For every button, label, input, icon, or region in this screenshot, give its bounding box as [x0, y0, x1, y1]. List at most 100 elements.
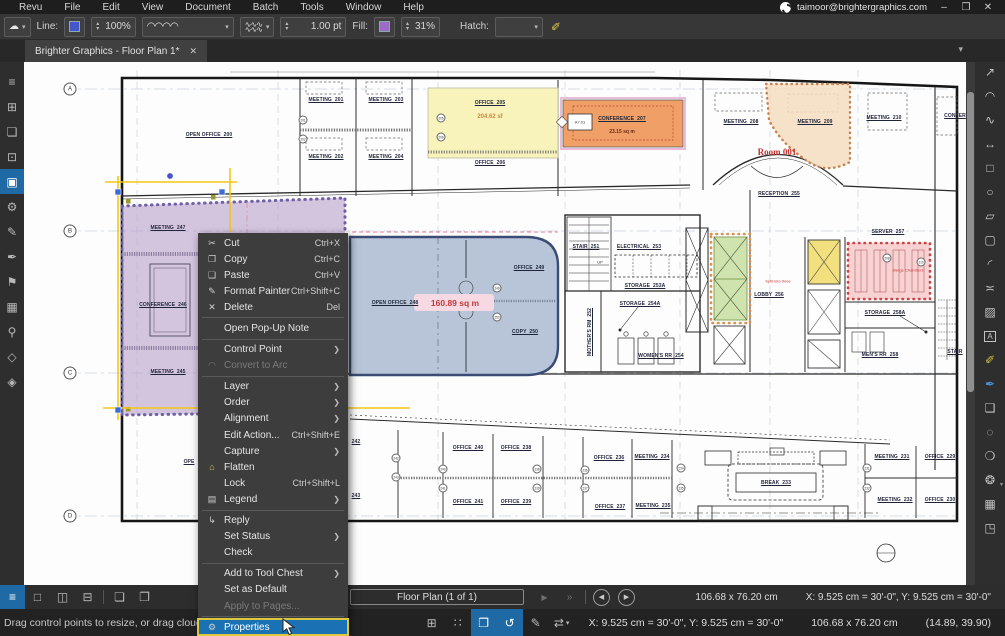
context-menu-item-lock[interactable]: LockCtrl+Shift+L	[198, 475, 348, 491]
line-width-value[interactable]: 1.00 pt	[311, 21, 342, 32]
next-view-icon[interactable]: ▶	[618, 589, 635, 606]
context-menu-item-capture[interactable]: Capture❯	[198, 443, 348, 459]
context-menu-item-check[interactable]: Check	[198, 545, 348, 561]
polyline-tool-icon[interactable]: ∿	[975, 108, 1005, 132]
stamp-tool-icon[interactable]: ❂▾	[975, 468, 1005, 492]
context-menu-item-reply[interactable]: ↳Reply	[198, 513, 348, 529]
ellipse-tool-icon[interactable]: ○	[975, 180, 1005, 204]
fill-opacity-value[interactable]: 31%	[415, 21, 435, 32]
search-icon[interactable]: ⚲	[0, 319, 24, 344]
spaces-icon[interactable]: ⊡	[0, 144, 24, 169]
tab-close-icon[interactable]: ✕	[190, 46, 198, 57]
menu-revu[interactable]: Revu	[8, 2, 53, 13]
hatch-tool-icon[interactable]: ▨	[975, 300, 1005, 324]
hatch-paint-icon[interactable]: ✐	[551, 20, 561, 34]
context-menu-item-format-painter[interactable]: ✎Format PainterCtrl+Shift+C	[198, 283, 348, 299]
office-205-highlight[interactable]	[428, 88, 558, 158]
line-width-field[interactable]: ▴▾ 1.00 pt	[280, 17, 346, 37]
menu-file[interactable]: File	[53, 2, 91, 13]
line-style-dropdown[interactable]: ◠◠◠◠ ▾	[142, 17, 234, 37]
image-tool-icon[interactable]: ▦	[975, 492, 1005, 516]
context-menu-item-copy[interactable]: ❐CopyCtrl+C	[198, 251, 348, 267]
document-tab[interactable]: Brighter Graphics - Floor Plan 1* ✕	[25, 40, 207, 62]
pen-tool-icon[interactable]: ✒	[975, 372, 1005, 396]
fill-opacity-field[interactable]: ▴▾ 31%	[401, 17, 440, 37]
scrollbar-thumb[interactable]	[967, 92, 974, 392]
tool-chest-icon[interactable]: ▣	[0, 169, 24, 194]
stepper-icon[interactable]: ▴▾	[406, 22, 409, 32]
menu-edit[interactable]: Edit	[91, 2, 130, 13]
tab-list-chevron-icon[interactable]: ▾	[958, 44, 963, 55]
arrow-tool-icon[interactable]: ↗	[975, 60, 1005, 84]
single-page-icon[interactable]: □	[25, 585, 50, 609]
context-menu-item-edit-action[interactable]: Edit Action...Ctrl+Shift+E	[198, 427, 348, 443]
reuse-markup-icon[interactable]: ❐	[471, 609, 497, 636]
context-menu-item-alignment[interactable]: Alignment❯	[198, 411, 348, 427]
signatures-icon[interactable]: ✒	[0, 244, 24, 269]
menu-batch[interactable]: Batch	[242, 2, 290, 13]
shape-style-dropdown[interactable]: ☁ ▾	[4, 17, 31, 37]
page-indicator[interactable]: Floor Plan (1 of 1)	[350, 589, 524, 605]
menu-help[interactable]: Help	[392, 2, 435, 13]
cloud-arc-tool-icon[interactable]: ◜	[975, 252, 1005, 276]
context-menu-item-flatten[interactable]: ⌂Flatten	[198, 459, 348, 475]
menu-view[interactable]: View	[131, 2, 175, 13]
line-color-button[interactable]	[64, 17, 85, 37]
split-vertical-icon[interactable]: ◫	[50, 585, 75, 609]
context-menu-item-open-pop-up-note[interactable]: Open Pop-Up Note	[198, 320, 348, 336]
context-menu-item-add-to-tool-chest[interactable]: Add to Tool Chest❯	[198, 566, 348, 582]
bookmarks-icon[interactable]: ❏	[0, 119, 24, 144]
markups-list-icon[interactable]: ✎	[0, 219, 24, 244]
text-tool-icon[interactable]: A	[975, 324, 1005, 348]
stepper-icon[interactable]: ▴▾	[285, 22, 288, 32]
pen-mode-icon[interactable]: ✎	[523, 609, 549, 636]
meeting-209-cloud-markup[interactable]	[766, 84, 850, 168]
rectangle-tool-icon[interactable]: □	[975, 156, 1005, 180]
split-horizontal-icon[interactable]: ⊟	[75, 585, 100, 609]
undo-markup-icon[interactable]: ↺	[497, 609, 523, 636]
vertical-scrollbar[interactable]	[966, 62, 975, 585]
restore-button[interactable]: ❐	[955, 2, 977, 13]
next-page-icon[interactable]: ▶	[532, 585, 557, 609]
line-opacity-value[interactable]: 100%	[105, 21, 131, 32]
file-access-icon[interactable]: ≡	[0, 69, 24, 94]
context-menu-item-cut[interactable]: ✂CutCtrl+X	[198, 235, 348, 251]
line-pattern-dropdown[interactable]: ∿∿∿∿∿∿ ▾	[240, 17, 275, 37]
control-point-handle[interactable]	[167, 173, 173, 179]
polygon-tool-icon[interactable]: ▱	[975, 204, 1005, 228]
context-menu-item-paste[interactable]: ❏PasteCtrl+V	[198, 267, 348, 283]
page-flip-icon[interactable]: ❏	[107, 585, 132, 609]
callout-tool-icon[interactable]: ❑	[975, 396, 1005, 420]
context-menu-item-order[interactable]: Order❯	[198, 395, 348, 411]
arc-tool-icon[interactable]: ◠	[975, 84, 1005, 108]
line-opacity-field[interactable]: ▴▾ 100%	[91, 17, 136, 37]
note-tool-icon[interactable]: ❍	[975, 444, 1005, 468]
thumbnails-icon[interactable]: ⊞	[0, 94, 24, 119]
measure-tool-icon[interactable]: ≍	[975, 276, 1005, 300]
dimension-tool-icon[interactable]: ↔	[975, 132, 1005, 156]
context-menu-item-set-as-default[interactable]: Set as Default	[198, 582, 348, 598]
thumbnails-toggle-icon[interactable]: ≡	[0, 585, 25, 609]
context-menu-item-layer[interactable]: Layer❯	[198, 379, 348, 395]
snap-toggle-icon[interactable]: ∷	[445, 609, 471, 636]
account-email[interactable]: taimoor@brightergraphics.com	[797, 2, 927, 13]
snapshot-tool-icon[interactable]: ◳	[975, 516, 1005, 540]
previous-view-icon[interactable]: ◀	[593, 589, 610, 606]
hatch-dropdown[interactable]: ▾	[495, 17, 543, 37]
last-page-icon[interactable]: »	[557, 585, 582, 609]
menu-window[interactable]: Window	[335, 2, 393, 13]
highlight-tool-icon[interactable]: ✐	[975, 348, 1005, 372]
minimize-button[interactable]: –	[933, 2, 955, 13]
stepper-icon[interactable]: ▴▾	[96, 22, 99, 32]
flags-icon[interactable]: ⚑	[0, 269, 24, 294]
context-menu-item-properties[interactable]: ⚙Properties	[198, 619, 348, 635]
menu-tools[interactable]: Tools	[289, 2, 334, 13]
properties-panel-icon[interactable]: ⚙	[0, 194, 24, 219]
layers-icon[interactable]: ◈	[0, 369, 24, 394]
compare-icon[interactable]: ❐	[132, 585, 157, 609]
cloud-circle-tool-icon[interactable]: ◌	[975, 420, 1005, 444]
context-menu-item-delete[interactable]: ✕DeleteDel	[198, 299, 348, 315]
context-menu-item-set-status[interactable]: Set Status❯	[198, 529, 348, 545]
menu-document[interactable]: Document	[174, 2, 242, 13]
context-menu-item-legend[interactable]: ▤Legend❯	[198, 491, 348, 507]
